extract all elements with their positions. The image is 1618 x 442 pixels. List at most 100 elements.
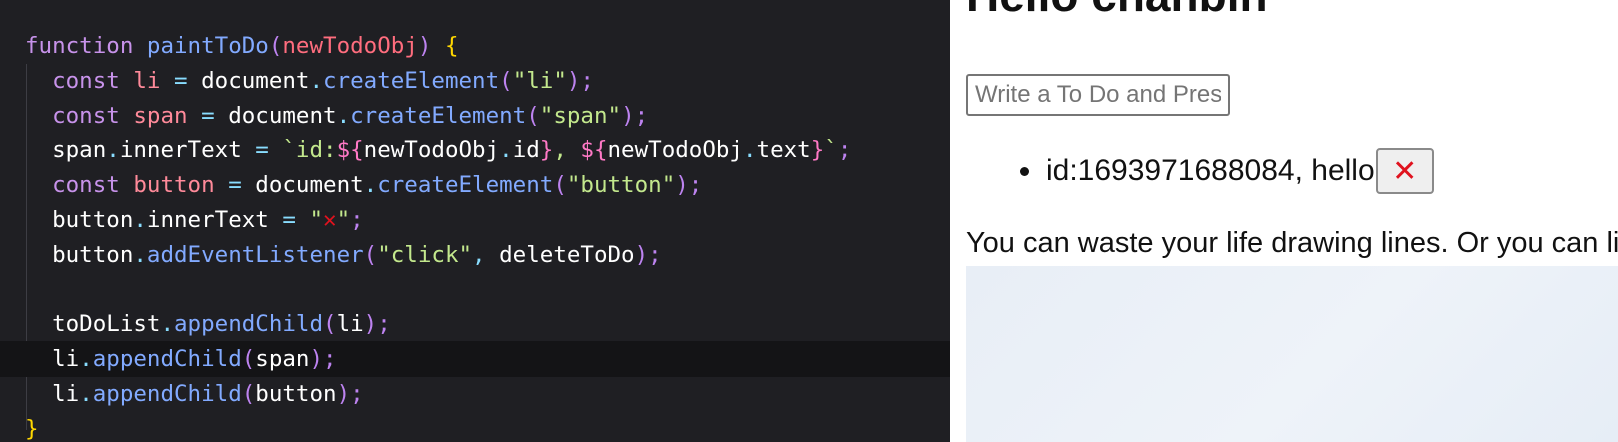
code-line[interactable]: li.appendChild(button); — [0, 376, 950, 412]
code-line[interactable]: span.innerText = `id:${newTodoObj.id}, $… — [0, 132, 950, 168]
code-token: newTodoObj — [607, 137, 743, 164]
code-token: span — [25, 137, 107, 164]
code-token: ✕ — [323, 207, 337, 233]
code-token: const — [25, 172, 120, 199]
code-token: appendChild — [92, 346, 242, 373]
code-line[interactable]: } — [0, 411, 950, 442]
browser-page: Hello chanbin id:1693971688084, hello ✕ … — [950, 0, 1618, 442]
code-line-text: toDoList.appendChild(li); — [25, 306, 391, 342]
code-token: ); — [309, 346, 337, 373]
code-line-text: button.innerText = "✕"; — [25, 202, 364, 238]
code-token: span — [255, 346, 310, 373]
code-token: createElement — [350, 102, 527, 129]
code-token: ); — [621, 102, 649, 129]
code-token: ); — [566, 67, 594, 94]
code-token: . — [160, 311, 175, 338]
code-token: appendChild — [174, 311, 324, 338]
code-token: . — [499, 137, 513, 164]
code-line[interactable]: li.appendChild(span); — [0, 341, 950, 378]
delete-x-icon: ✕ — [1392, 153, 1418, 189]
code-token: button — [25, 207, 134, 233]
todo-text: id:1693971688084, hello — [1046, 154, 1375, 187]
code-token: . — [133, 207, 147, 233]
code-token: ( — [241, 381, 256, 407]
code-line[interactable]: const button = document.createElement("b… — [0, 167, 950, 203]
code-token: createElement — [323, 67, 500, 94]
code-token: id — [512, 137, 540, 164]
code-token: ( — [526, 102, 540, 129]
code-line-text: const li = document.createElement("li"); — [25, 63, 594, 99]
code-token: ( — [363, 241, 378, 268]
code-token: `id: — [282, 137, 337, 164]
code-token: li — [133, 67, 161, 94]
todo-list: id:1693971688084, hello ✕ — [950, 148, 1434, 194]
code-token: span — [133, 102, 188, 129]
code-token: " — [336, 207, 351, 233]
code-line[interactable]: const li = document.createElement("li"); — [0, 63, 950, 99]
code-token: button — [133, 172, 215, 199]
code-token: = — [160, 67, 202, 94]
code-token: ( — [499, 67, 513, 94]
code-line[interactable]: toDoList.appendChild(li); — [0, 306, 950, 342]
code-token: function — [25, 33, 134, 59]
code-token: text — [756, 137, 811, 164]
code-line[interactable] — [0, 272, 950, 308]
code-token: , — [472, 241, 500, 268]
code-token: } — [539, 137, 554, 164]
code-token: "span" — [539, 102, 622, 129]
code-token: { — [444, 33, 459, 59]
code-line[interactable]: const span = document.createElement("spa… — [0, 98, 950, 134]
code-token: ( — [241, 346, 256, 373]
code-line-text: } — [25, 411, 39, 442]
code-token: toDoList — [25, 311, 161, 338]
delete-todo-button[interactable]: ✕ — [1375, 148, 1434, 194]
code-editor[interactable]: function paintToDo(newTodoObj) { const l… — [0, 0, 950, 442]
code-token: . — [106, 137, 120, 164]
code-token: . — [79, 381, 93, 407]
code-token: li — [25, 381, 80, 407]
code-line[interactable]: function paintToDo(newTodoObj) { — [0, 28, 950, 64]
code-token: ` — [824, 137, 838, 164]
code-token: paintToDo — [146, 33, 269, 59]
code-line-text: const span = document.createElement("spa… — [25, 98, 648, 134]
code-line-text: li.appendChild(button); — [25, 376, 364, 412]
code-line-text: li.appendChild(span); — [25, 341, 337, 377]
code-token: . — [309, 67, 324, 94]
code-line-text: function paintToDo(newTodoObj) { — [25, 28, 459, 64]
background-image — [966, 266, 1618, 442]
code-token: createElement — [377, 172, 554, 199]
code-token: ( — [553, 172, 567, 199]
code-line-text: span.innerText = `id:${newTodoObj.id}, $… — [25, 132, 851, 168]
todo-input[interactable] — [966, 74, 1230, 116]
code-token: ; — [350, 207, 364, 233]
code-token: document — [201, 67, 310, 94]
code-token: innerText — [119, 137, 242, 164]
code-token: ); — [363, 311, 391, 338]
code-token: . — [336, 102, 351, 129]
code-token: . — [363, 172, 378, 199]
todo-item: id:1693971688084, hello ✕ — [950, 148, 1434, 194]
code-token: innerText — [146, 207, 269, 233]
code-token: ( — [268, 33, 283, 59]
code-line-text: button.addEventListener("click", deleteT… — [25, 237, 662, 273]
code-token: const — [25, 102, 120, 129]
code-token: "button" — [566, 172, 676, 199]
code-line[interactable]: button.innerText = "✕"; — [0, 202, 950, 238]
code-token: ${ — [336, 137, 364, 164]
code-line-text: const button = document.createElement("b… — [25, 167, 702, 203]
code-token: ; — [837, 137, 852, 164]
code-token: . — [742, 137, 757, 164]
code-token: "click" — [377, 241, 473, 268]
code-token: const — [25, 67, 120, 94]
code-token: ${ — [580, 137, 608, 164]
code-token: } — [810, 137, 825, 164]
code-line[interactable]: button.addEventListener("click", deleteT… — [0, 237, 950, 273]
code-token: ); — [634, 241, 662, 268]
code-token: . — [133, 241, 147, 268]
code-token: deleteToDo — [499, 241, 635, 268]
code-token: . — [79, 346, 93, 373]
